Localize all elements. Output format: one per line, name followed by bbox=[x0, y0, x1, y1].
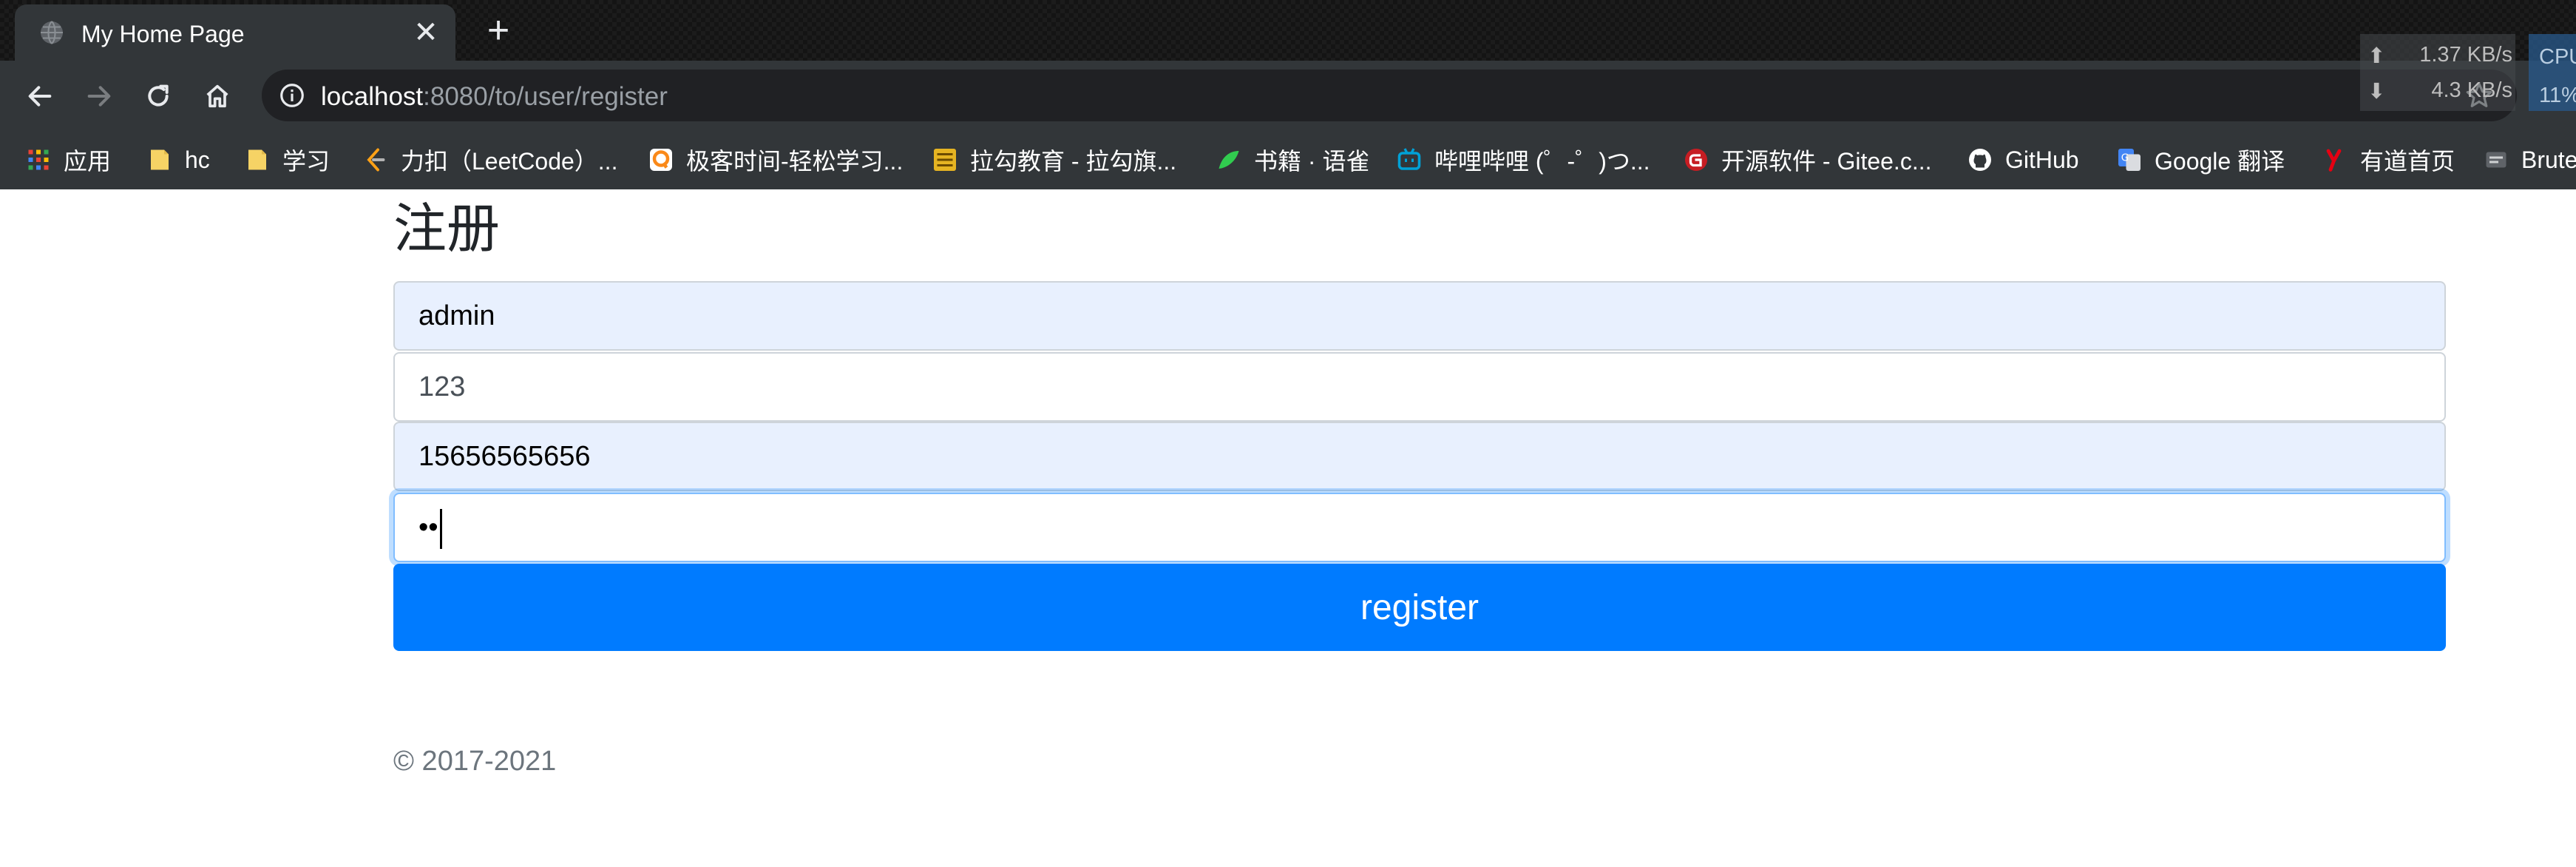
close-tab-icon[interactable]: ✕ bbox=[411, 18, 441, 47]
bookmark-google-translate[interactable]: G Google 翻译 bbox=[2116, 142, 2285, 178]
leetcode-icon bbox=[362, 146, 389, 173]
password-mask: •• bbox=[418, 512, 438, 543]
bookmark-label: 书籍 · 语雀 bbox=[1254, 148, 1370, 175]
bookmark-label: Google 翻译 bbox=[2155, 148, 2285, 175]
bookmark-bilibili[interactable]: 哔哩哔哩 (゜-゜)つ... bbox=[1396, 142, 1650, 178]
google-translate-icon: G bbox=[2116, 146, 2143, 173]
upload-rate: 1.37 KB/s bbox=[2419, 43, 2512, 67]
github-icon bbox=[1967, 146, 1993, 173]
apps-grid-icon bbox=[25, 146, 52, 173]
bookmark-brute[interactable]: Brute bbox=[2483, 142, 2576, 178]
tab-strip: My Home Page ✕ + bbox=[0, 0, 2576, 61]
network-speed-widget: ⬆ 1.37 KB/s ⬇ 4.3 KB/s bbox=[2360, 34, 2515, 111]
folder-icon bbox=[244, 146, 271, 173]
bookmark-label: 有道首页 bbox=[2360, 148, 2455, 175]
youdao-icon bbox=[2322, 146, 2348, 173]
cpu-label: CPU bbox=[2539, 45, 2576, 69]
reload-icon bbox=[148, 84, 169, 107]
folder-icon bbox=[146, 146, 173, 173]
site-info-icon[interactable] bbox=[278, 81, 306, 109]
lagou-icon bbox=[932, 146, 958, 173]
new-tab-button[interactable]: + bbox=[481, 11, 516, 50]
download-rate: 4.3 KB/s bbox=[2431, 78, 2512, 102]
forward-arrow-icon bbox=[87, 86, 111, 107]
download-arrow-icon: ⬇ bbox=[2367, 80, 2386, 104]
browser-toolbar: localhost:8080/to/user/register bbox=[0, 61, 2576, 130]
bookmark-label: 力扣（LeetCode）... bbox=[401, 148, 618, 175]
browser-tab[interactable]: My Home Page ✕ bbox=[15, 4, 455, 61]
bookmark-label: hc bbox=[185, 146, 210, 173]
reload-button[interactable] bbox=[138, 75, 179, 117]
bilibili-icon bbox=[1396, 146, 1423, 173]
bookmarks-bar: 应用 hc 学习 力扣（LeetCode）... 极客时间-轻松学习... 拉勾… bbox=[0, 130, 2576, 189]
text-caret bbox=[439, 508, 442, 549]
cpu-usage-widget: CPU 11% bbox=[2529, 34, 2576, 111]
footer-copyright: © 2017-2021 bbox=[393, 746, 557, 777]
cpu-value: 11% bbox=[2539, 84, 2576, 107]
back-arrow-icon bbox=[28, 86, 52, 107]
bookmark-gitee[interactable]: 开源软件 - Gitee.c... bbox=[1683, 142, 1932, 178]
globe-icon bbox=[41, 21, 63, 44]
bookmark-yuque[interactable]: 书籍 · 语雀 bbox=[1216, 142, 1369, 178]
page-title: 注册 bbox=[393, 198, 501, 260]
phone-input[interactable]: 15656565656 bbox=[393, 422, 2446, 491]
home-icon bbox=[206, 84, 228, 108]
bookmark-folder-study[interactable]: 学习 bbox=[244, 142, 330, 178]
gitee-icon bbox=[1683, 146, 1709, 173]
forward-button[interactable] bbox=[78, 75, 120, 117]
tab-title: My Home Page bbox=[81, 21, 245, 47]
bookmark-label: 开源软件 - Gitee.c... bbox=[1721, 148, 1932, 175]
bookmark-lagou[interactable]: 拉勾教育 - 拉勾旗... bbox=[932, 142, 1176, 178]
password-input[interactable]: 123 bbox=[393, 352, 2446, 422]
username-input[interactable]: admin bbox=[393, 281, 2446, 351]
page-content: 注册 admin 123 15656565656 •• register © 2… bbox=[0, 189, 2576, 867]
bookmark-geektime[interactable]: 极客时间-轻松学习... bbox=[648, 142, 903, 178]
svg-text:G: G bbox=[2121, 152, 2129, 164]
address-bar[interactable]: localhost:8080/to/user/register bbox=[262, 70, 2517, 121]
bookmark-icon bbox=[2483, 146, 2509, 173]
register-button[interactable]: register bbox=[393, 564, 2446, 651]
bookmark-github[interactable]: GitHub bbox=[1967, 142, 2079, 178]
bookmark-apps[interactable]: 应用 bbox=[25, 142, 111, 178]
confirm-password-input[interactable]: •• bbox=[393, 493, 2446, 562]
url-host: localhost bbox=[321, 82, 424, 111]
bookmark-label: 拉勾教育 - 拉勾旗... bbox=[970, 148, 1177, 175]
yuque-icon bbox=[1216, 146, 1242, 173]
bookmark-label: 应用 bbox=[64, 148, 112, 175]
upload-arrow-icon: ⬆ bbox=[2367, 44, 2386, 68]
url-text: localhost:8080/to/user/register bbox=[321, 82, 668, 112]
url-path: :8080/to/user/register bbox=[423, 82, 668, 111]
browser-chrome: My Home Page ✕ + localhost:8080/to/user/… bbox=[0, 0, 2576, 189]
bookmark-label: 哔哩哔哩 (゜-゜)つ... bbox=[1434, 148, 1650, 175]
back-button[interactable] bbox=[19, 75, 61, 117]
bookmark-label: GitHub bbox=[2005, 146, 2079, 173]
bookmark-label: 学习 bbox=[282, 148, 331, 175]
bookmark-folder-hc[interactable]: hc bbox=[146, 142, 210, 178]
bookmark-label: Brute bbox=[2521, 146, 2576, 173]
bookmark-label: 极客时间-轻松学习... bbox=[686, 148, 904, 175]
home-button[interactable] bbox=[197, 75, 238, 117]
bookmark-leetcode[interactable]: 力扣（LeetCode）... bbox=[362, 142, 617, 178]
bookmark-youdao[interactable]: 有道首页 bbox=[2322, 142, 2455, 178]
geektime-icon bbox=[648, 146, 674, 173]
